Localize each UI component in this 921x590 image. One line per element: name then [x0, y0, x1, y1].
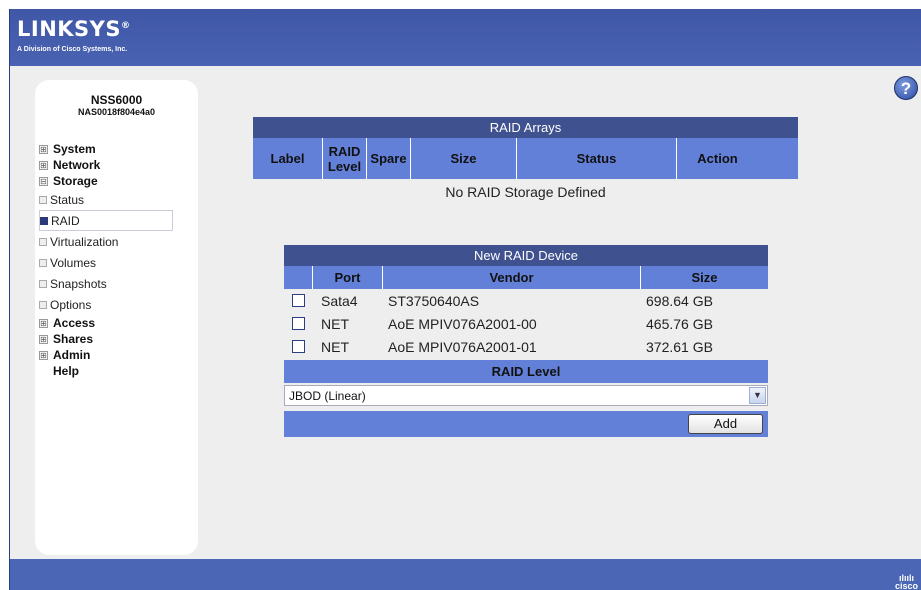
- raid-arrays-table: RAID Arrays Label RAID Level Spare Size …: [253, 117, 798, 200]
- vendor-cell: ST3750640AS: [388, 292, 480, 309]
- chevron-down-icon[interactable]: ▼: [749, 387, 766, 404]
- sidebar-item-raid[interactable]: RAID: [39, 210, 173, 231]
- device-checkbox[interactable]: [292, 317, 305, 330]
- bullet-icon: [39, 237, 47, 246]
- column-header-label: Label: [253, 138, 323, 179]
- logo-subtitle: A Division of Cisco Systems, Inc.: [17, 46, 128, 53]
- column-header-raid-level: RAID Level: [323, 138, 367, 179]
- expand-icon[interactable]: ⊞: [39, 318, 48, 328]
- raid-level-label: RAID Level: [284, 360, 768, 383]
- sidebar-item-access[interactable]: ⊞ Access: [39, 315, 199, 331]
- column-header-port: Port: [313, 266, 383, 289]
- table-row: NET AoE MPIV076A2001-00 465.76 GB: [284, 312, 768, 335]
- sidebar: NSS6000 NAS0018f804e4a0 ⊞ System ⊞ Network…: [35, 80, 198, 555]
- add-button[interactable]: Add: [688, 414, 763, 434]
- port-cell: NET: [321, 338, 349, 355]
- help-icon[interactable]: ?: [894, 76, 918, 100]
- header-bar: LINKSYS® A Division of Cisco Systems, In…: [10, 9, 921, 66]
- column-header-status: Status: [517, 138, 677, 179]
- size-cell: 465.76 GB: [646, 315, 713, 332]
- bullet-icon: [39, 300, 47, 309]
- size-cell: 372.61 GB: [646, 338, 713, 355]
- device-checkbox[interactable]: [292, 294, 305, 307]
- action-bar: Add: [284, 411, 768, 437]
- app-frame: LINKSYS® A Division of Cisco Systems, In…: [9, 9, 921, 590]
- column-header-action: Action: [697, 151, 738, 166]
- cisco-logo: ılıılı cisco: [894, 573, 918, 590]
- collapse-icon[interactable]: ⊟: [39, 176, 48, 186]
- expand-icon[interactable]: ⊞: [39, 144, 48, 154]
- port-cell: NET: [321, 315, 349, 332]
- bullet-icon: [39, 258, 47, 267]
- sidebar-item-snapshots[interactable]: Snapshots: [39, 273, 199, 294]
- footer-bar: ılıılı cisco: [10, 559, 921, 590]
- sidebar-item-options[interactable]: Options: [39, 294, 199, 315]
- sidebar-item-help[interactable]: Help: [39, 363, 199, 379]
- sidebar-item-shares[interactable]: ⊞ Shares: [39, 331, 199, 347]
- raid-arrays-header: Label RAID Level Spare Size Status Actio…: [253, 138, 798, 179]
- vendor-cell: AoE MPIV076A2001-01: [388, 338, 537, 355]
- sidebar-item-virtualization[interactable]: Virtualization: [39, 231, 199, 252]
- raid-arrays-title: RAID Arrays: [253, 117, 798, 138]
- table-row: NET AoE MPIV076A2001-01 372.61 GB: [284, 335, 768, 358]
- sidebar-item-system[interactable]: ⊞ System: [39, 141, 199, 157]
- column-header-vendor: Vendor: [383, 266, 641, 289]
- column-header-size: Size: [411, 138, 517, 179]
- bullet-icon: [39, 279, 47, 288]
- sidebar-item-network[interactable]: ⊞ Network: [39, 157, 199, 173]
- device-id: NAS0018f804e4a0: [77, 107, 156, 117]
- expand-icon[interactable]: ⊞: [39, 334, 48, 344]
- table-row: Sata4 ST3750640AS 698.64 GB: [284, 289, 768, 312]
- new-raid-device-table: New RAID Device Port Vendor Size Sata4 S…: [284, 245, 768, 437]
- vendor-cell: AoE MPIV076A2001-00: [388, 315, 537, 332]
- content-area: ? NSS6000 NAS0018f804e4a0 ⊞ System ⊞ Netwo…: [10, 66, 921, 559]
- sidebar-item-storage[interactable]: ⊟ Storage: [39, 173, 199, 189]
- sidebar-item-status[interactable]: Status: [39, 189, 199, 210]
- empty-message: No RAID Storage Defined: [445, 184, 606, 200]
- column-header-select: [284, 266, 313, 289]
- bullet-icon: [40, 216, 48, 225]
- raid-level-select[interactable]: JBOD (Linear) ▼: [284, 385, 768, 406]
- size-cell: 698.64 GB: [646, 292, 713, 309]
- new-raid-title: New RAID Device: [284, 245, 768, 266]
- raid-level-value: JBOD (Linear): [289, 388, 366, 403]
- linksys-logo: LINKSYS®: [17, 17, 131, 41]
- sidebar-item-volumes[interactable]: Volumes: [39, 252, 199, 273]
- column-header-spare: Spare: [367, 138, 411, 179]
- device-checkbox[interactable]: [292, 340, 305, 353]
- expand-icon[interactable]: ⊞: [39, 160, 48, 170]
- bullet-icon: [39, 195, 47, 204]
- column-header-size: Size: [691, 270, 718, 285]
- port-cell: Sata4: [321, 292, 358, 309]
- sidebar-nav: ⊞ System ⊞ Network ⊟ Storage Status RAID Vi…: [39, 141, 199, 379]
- expand-icon[interactable]: ⊞: [39, 350, 48, 360]
- sidebar-item-admin[interactable]: ⊞ Admin: [39, 347, 199, 363]
- device-name: NSS6000: [90, 93, 143, 107]
- new-raid-header: Port Vendor Size: [284, 266, 768, 289]
